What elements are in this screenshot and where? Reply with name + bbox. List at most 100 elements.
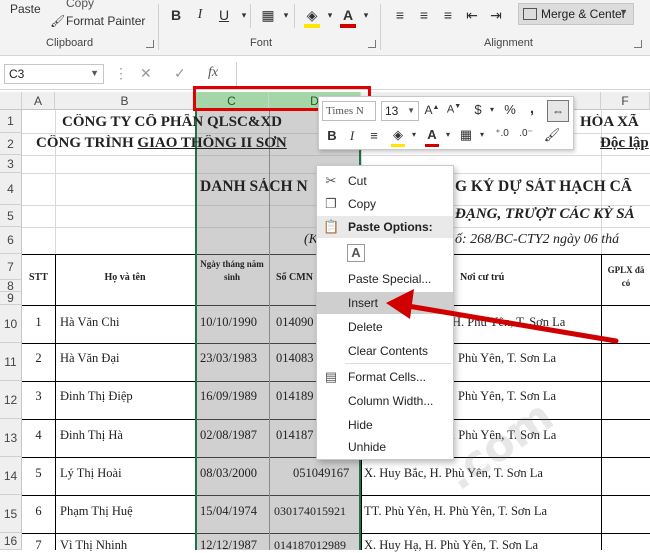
column-header-a[interactable]: A — [22, 92, 55, 110]
borders-dropdown-icon[interactable]: ▾ — [276, 5, 296, 25]
menu-item-label: Format Cells... — [348, 370, 427, 384]
format-painter-button[interactable]: Format Painter — [66, 14, 145, 28]
cell-dob: 16/09/1989 — [200, 389, 257, 403]
comma-button[interactable]: , — [523, 100, 541, 117]
formula-input[interactable] — [240, 64, 646, 84]
mini-bold-button[interactable]: B — [323, 128, 341, 143]
font-color-dropdown-icon[interactable]: ▾ — [439, 130, 457, 139]
row-header[interactable]: 6 — [0, 227, 22, 254]
mini-font-size-value: 13 — [385, 104, 399, 118]
fill-dropdown-icon[interactable]: ▾ — [320, 5, 340, 25]
borders-icon[interactable]: ▦ — [258, 5, 278, 25]
mini-font-name[interactable]: Times N — [322, 101, 376, 121]
column-header-b[interactable]: B — [55, 92, 195, 110]
row-header[interactable]: 14 — [0, 457, 22, 495]
row-header[interactable]: 2 — [0, 133, 22, 155]
cell-cmnd: 030174015921 — [274, 504, 346, 518]
currency-dropdown-icon[interactable]: ▾ — [483, 105, 501, 114]
cancel-icon[interactable]: ✕ — [140, 65, 152, 82]
menu-item-format-cells[interactable]: ▤ Format Cells... — [317, 366, 453, 388]
column-header-f[interactable]: F — [601, 92, 650, 110]
project-line: CÔNG TRÌNH GIAO THÔNG II SƠN — [36, 135, 287, 152]
menu-item-cut[interactable]: ✂ Cut — [317, 170, 453, 192]
list-title-right: G KÝ DỰ SÁT HẠCH CẤ — [455, 178, 632, 195]
enter-icon[interactable]: ✓ — [174, 65, 186, 82]
align-center-icon[interactable]: ≡ — [365, 128, 383, 143]
row-header[interactable]: 12 — [0, 381, 22, 419]
row-header[interactable]: 1 — [0, 110, 22, 133]
cell-dob: 10/10/1990 — [200, 315, 257, 329]
font-launcher-icon[interactable] — [368, 40, 376, 48]
fill-color-icon[interactable]: ◈ — [302, 5, 322, 25]
align-left-icon[interactable]: ≡ — [390, 5, 410, 25]
row-header[interactable]: 16 — [0, 533, 22, 550]
increase-indent-icon[interactable]: ⇥ — [486, 5, 506, 25]
row-header[interactable]: 13 — [0, 419, 22, 457]
italic-button[interactable]: I — [190, 5, 210, 25]
paste-button[interactable]: Paste — [10, 2, 41, 16]
cell-cmnd: 014083 — [276, 351, 314, 365]
row-header[interactable]: 5 — [0, 205, 22, 227]
alignment-launcher-icon[interactable] — [634, 40, 642, 48]
name-box[interactable]: C3 ▼ — [4, 64, 104, 84]
format-painter-icon[interactable]: 🖌 — [50, 14, 65, 28]
borders-dropdown-icon[interactable]: ▾ — [473, 130, 491, 139]
merge-center-button[interactable]: Merge & Center ▼ — [518, 3, 634, 25]
menu-item-label: Hide — [348, 418, 373, 432]
align-right-icon[interactable]: ≡ — [438, 5, 458, 25]
bold-button[interactable]: B — [166, 5, 186, 25]
row-header[interactable]: 10 — [0, 305, 22, 343]
row-header[interactable]: 15 — [0, 495, 22, 533]
paste-button[interactable]: A — [317, 240, 453, 266]
align-center-icon[interactable]: ≡ — [414, 5, 434, 25]
menu-item-label: Delete — [348, 320, 383, 334]
cell-dob: 02/08/1987 — [200, 428, 257, 442]
row-header[interactable]: 7 — [0, 254, 22, 280]
decrease-indent-icon[interactable]: ⇤ — [462, 5, 482, 25]
menu-item-copy[interactable]: ❐ Copy — [317, 193, 453, 215]
font-color-button[interactable]: A — [338, 5, 358, 25]
percent-button[interactable]: % — [501, 102, 519, 117]
underline-button[interactable]: U — [214, 5, 234, 25]
project-prefix: CÔNG TRÌNH — [36, 135, 138, 151]
select-all-corner[interactable] — [0, 92, 22, 110]
fill-dropdown-icon[interactable]: ▾ — [405, 130, 423, 139]
decrease-decimal-icon[interactable]: .0⁻ — [517, 128, 535, 139]
merge-dropdown-icon[interactable]: ▼ — [619, 7, 628, 17]
menu-item-unhide[interactable]: Unhide — [317, 436, 453, 458]
list-title: DANH SÁCH N — [200, 178, 308, 195]
formula-separator — [236, 62, 237, 86]
cell-name: Phạm Thị Huệ — [60, 504, 133, 518]
name-box-dropdown-icon[interactable]: ▼ — [90, 68, 99, 78]
row-header[interactable]: 11 — [0, 343, 22, 381]
mini-font-color-swatch — [425, 144, 439, 147]
underline-dropdown-icon[interactable]: ▾ — [234, 5, 254, 25]
cell-dob: 12/12/1987 — [200, 538, 257, 552]
copy-button[interactable]: Copy — [66, 0, 94, 10]
cell-cmnd: 051049167 — [293, 466, 350, 480]
cell-address: Phù Yên, T. Sơn La — [458, 351, 557, 365]
cell-name: Đinh Thị Điệp — [60, 389, 133, 403]
font-color-dropdown-icon[interactable]: ▾ — [356, 5, 376, 25]
increase-font-icon[interactable]: A▲ — [423, 103, 441, 117]
increase-decimal-icon[interactable]: ⁺.0 — [493, 128, 511, 139]
cell-name: Đinh Thị Hà — [60, 428, 123, 442]
mini-italic-button[interactable]: I — [343, 128, 361, 144]
row-header[interactable]: 9 — [0, 291, 22, 305]
mini-fill-swatch — [391, 144, 405, 147]
menu-item-column-width[interactable]: Column Width... — [317, 390, 453, 412]
merge-cells-icon[interactable]: ⇔ — [547, 100, 569, 122]
row-header[interactable]: 3 — [0, 155, 22, 173]
clipboard-launcher-icon[interactable] — [146, 40, 154, 48]
insert-function-button[interactable]: fx — [208, 65, 218, 81]
mini-font-size[interactable]: 13 ▼ — [381, 101, 419, 121]
copy-icon: ❐ — [325, 196, 337, 211]
format-painter-icon[interactable]: 🖌 — [543, 127, 561, 143]
cell-stt: 5 — [35, 466, 42, 480]
menu-item-label: Cut — [348, 174, 367, 188]
menu-item-hide[interactable]: Hide — [317, 414, 453, 436]
row-header[interactable]: 4 — [0, 173, 22, 205]
name-box-value: C3 — [9, 67, 25, 81]
project-underlined: GIAO THÔNG II SƠN — [137, 135, 287, 151]
decrease-font-icon[interactable]: A▼ — [445, 103, 463, 116]
